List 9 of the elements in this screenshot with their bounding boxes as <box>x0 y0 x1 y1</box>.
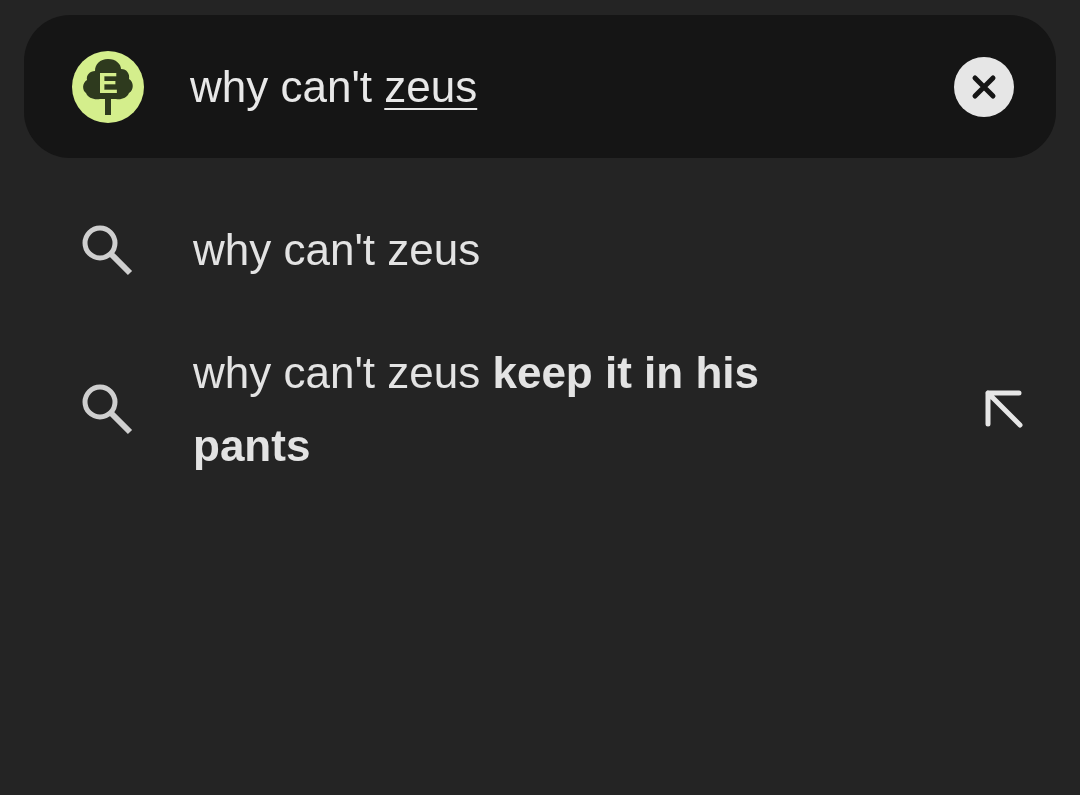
logo-letter: E <box>98 67 118 98</box>
search-icon <box>80 382 134 436</box>
suggestion-link[interactable]: why can't zeus keep it in his pants <box>193 336 833 482</box>
tree-icon <box>81 58 135 115</box>
search-input[interactable]: why can't zeus <box>190 64 954 109</box>
suggestion-row[interactable]: why can't zeus keep it in his pants <box>0 311 1080 507</box>
suggestion-link[interactable]: why can't zeus <box>193 213 833 286</box>
fill-query-arrow-icon[interactable] <box>984 389 1024 429</box>
suggestion-row[interactable]: why can't zeus <box>0 188 1080 311</box>
